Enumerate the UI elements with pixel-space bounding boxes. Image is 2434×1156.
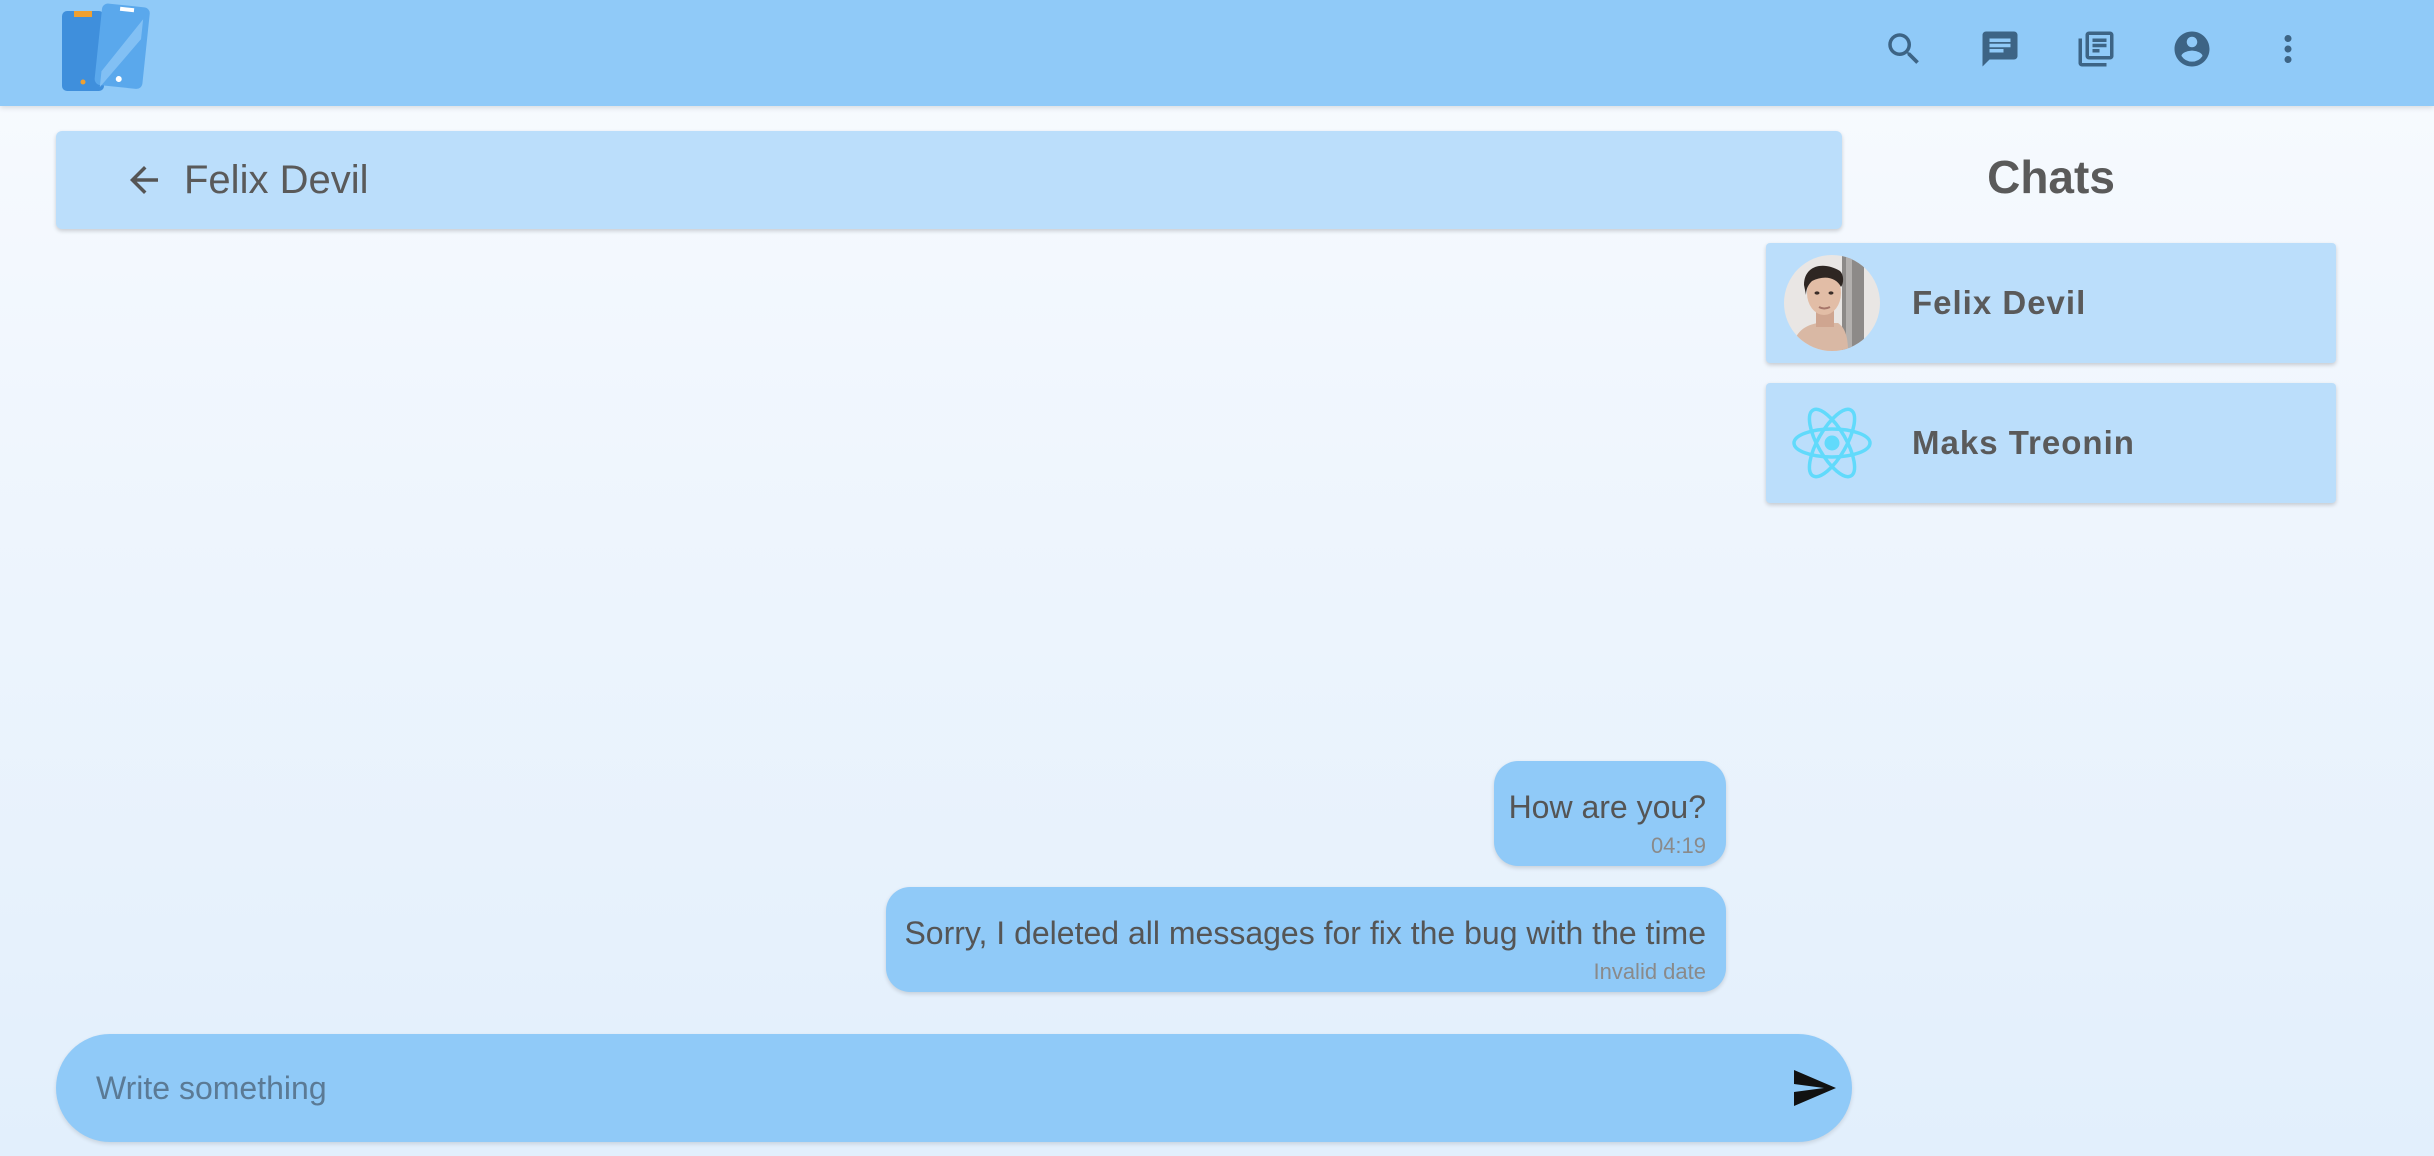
message-bubble: How are you? 04:19 [1494, 761, 1726, 866]
message-composer [56, 1034, 1852, 1142]
message-text: Sorry, I deleted all messages for fix th… [904, 915, 1706, 951]
avatar [1784, 255, 1880, 351]
chat-icon[interactable] [1968, 17, 2032, 81]
account-circle-icon[interactable] [2160, 17, 2224, 81]
message-text: How are you? [1508, 789, 1706, 825]
chat-header: Felix Devil [56, 131, 1842, 229]
app-logo-icon[interactable] [60, 3, 150, 93]
search-icon[interactable] [1872, 17, 1936, 81]
more-vert-icon[interactable] [2256, 17, 2320, 81]
chat-list-item-maks-treonin[interactable]: Maks Treonin [1766, 383, 2336, 503]
chat-list-item-felix-devil[interactable]: Felix Devil [1766, 243, 2336, 363]
message-bubble: Sorry, I deleted all messages for fix th… [886, 887, 1726, 992]
library-books-icon[interactable] [2064, 17, 2128, 81]
chat-title: Felix Devil [184, 158, 369, 202]
chat-list-item-name: Felix Devil [1912, 284, 2087, 321]
sidebar-title: Chats [1987, 151, 2115, 203]
app-bar [0, 0, 2434, 106]
react-logo-icon [1784, 395, 1880, 491]
message-time: Invalid date [1593, 959, 1706, 984]
message-input[interactable] [96, 1034, 1736, 1142]
chat-list-item-name: Maks Treonin [1912, 424, 2135, 461]
send-icon[interactable] [1782, 1056, 1846, 1120]
message-time: 04:19 [1650, 833, 1706, 858]
back-arrow-icon[interactable] [112, 148, 176, 212]
